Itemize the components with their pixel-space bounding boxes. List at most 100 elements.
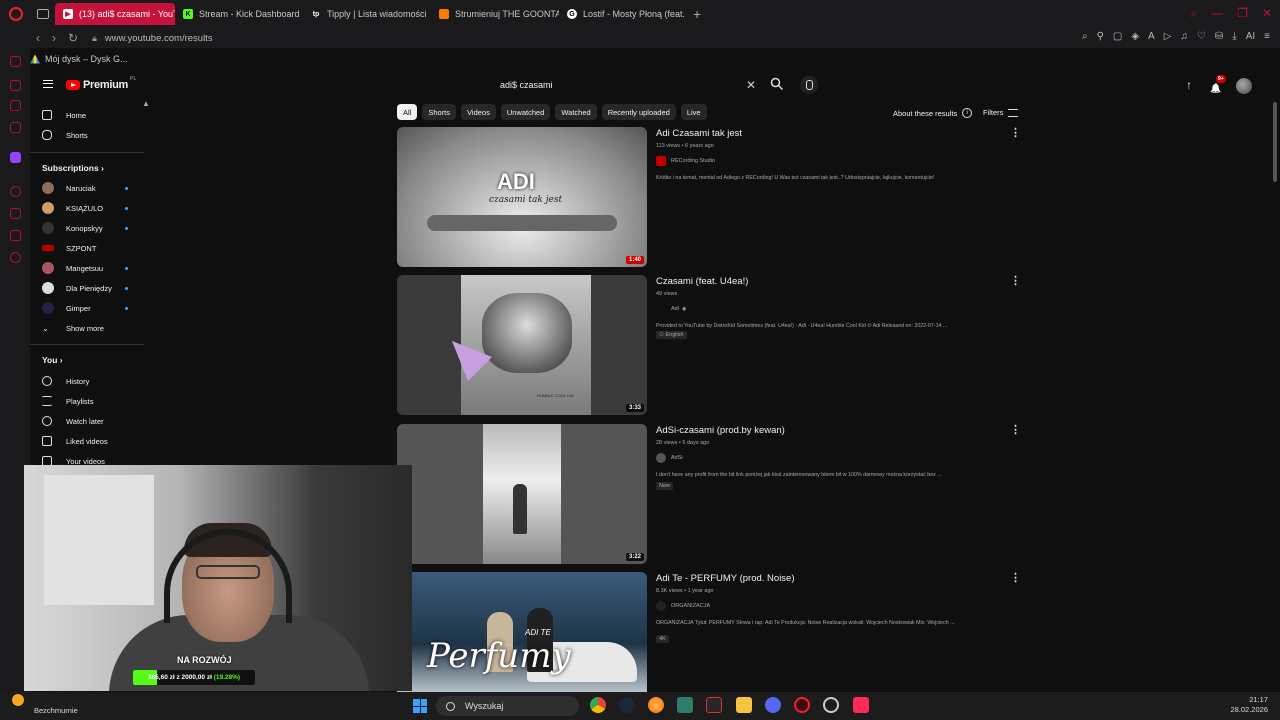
- terminal-icon[interactable]: [706, 697, 722, 713]
- video-thumbnail[interactable]: HUMBLE COOL KID 3:33: [397, 275, 647, 415]
- nav-history[interactable]: History: [42, 374, 140, 388]
- explorer-icon[interactable]: [736, 697, 752, 713]
- settings-icon[interactable]: [10, 252, 21, 263]
- sub-gimper[interactable]: Gimper: [42, 301, 140, 315]
- voice-search-icon[interactable]: [800, 76, 818, 94]
- downloads-icon[interactable]: [10, 230, 21, 241]
- nav-liked-videos[interactable]: Liked videos: [42, 434, 140, 448]
- opera-logo-icon[interactable]: [9, 7, 23, 21]
- chrome-icon[interactable]: [590, 697, 606, 713]
- url-field[interactable]: www.youtube.com/results: [105, 33, 213, 44]
- sub-naruciak[interactable]: Naruciak: [42, 181, 140, 195]
- tab-genius[interactable]: G Lostif - Mosty Płoną (feat.: [559, 3, 687, 25]
- close-icon[interactable]: ✕: [1262, 6, 1272, 21]
- video-title[interactable]: AdSi-czasami (prod.by kewan): [656, 425, 785, 436]
- new-tab-icon[interactable]: +: [693, 6, 701, 22]
- subscriptions-header[interactable]: Subscriptions ›: [42, 163, 104, 173]
- firefox-icon[interactable]: [648, 697, 664, 713]
- avatar[interactable]: [1236, 78, 1252, 94]
- translate-icon[interactable]: A: [1148, 31, 1155, 42]
- video-thumbnail[interactable]: 3:22: [397, 424, 647, 564]
- maximize-icon[interactable]: ❐: [1237, 6, 1248, 21]
- back-icon[interactable]: ‹: [36, 31, 40, 45]
- chip-all[interactable]: All: [397, 104, 418, 120]
- opera-icon[interactable]: [794, 697, 810, 713]
- reload-icon[interactable]: ↻: [68, 31, 78, 45]
- video-title[interactable]: Czasami (feat. U4ea!): [656, 276, 748, 287]
- settings-icon[interactable]: [823, 697, 839, 713]
- tab-stream[interactable]: Strumieniuj THE GOONTA: [431, 3, 559, 25]
- tab-tipply[interactable]: tp Tipply | Lista wiadomości: [303, 3, 431, 25]
- sub-dla-pieniedzy[interactable]: Dla Pieniędzy: [42, 281, 140, 295]
- sub-mangetsuu[interactable]: Mangetsuu: [42, 261, 140, 275]
- more-options-icon[interactable]: [1010, 571, 1021, 584]
- messenger-icon[interactable]: [10, 100, 21, 111]
- twitch-icon[interactable]: [10, 152, 21, 163]
- video-result[interactable]: ADI TE Perfumy Adi Te - PERFUMY (prod. N…: [397, 571, 1021, 692]
- pin-icon[interactable]: ⚲: [1097, 31, 1104, 42]
- clear-search-icon[interactable]: ✕: [746, 78, 756, 92]
- download-icon[interactable]: ⤓: [1232, 31, 1236, 42]
- video-thumbnail[interactable]: ADI czasami tak jest 1:40: [397, 127, 647, 267]
- discord-icon[interactable]: [765, 697, 781, 713]
- chip-live[interactable]: Live: [680, 104, 707, 120]
- chip-watched[interactable]: Watched: [555, 104, 597, 120]
- channel-link[interactable]: ORGANIZACJA: [656, 601, 710, 611]
- steam-icon[interactable]: [619, 697, 635, 713]
- tab-youtube[interactable]: ▶ (13) adi$ czasami - YouTu: [55, 3, 175, 25]
- nav-playlists[interactable]: Playlists: [42, 394, 140, 408]
- aria-icon[interactable]: [10, 56, 21, 67]
- taskbar-search[interactable]: Wyszukaj: [436, 696, 579, 716]
- ai-icon[interactable]: AI: [1246, 31, 1255, 42]
- tab-kick[interactable]: K Stream - Kick Dashboard: [175, 3, 303, 25]
- youtube-logo[interactable]: Premium PL: [66, 76, 136, 91]
- channel-link[interactable]: RECording Studio: [656, 156, 715, 166]
- video-title[interactable]: Adi Te - PERFUMY (prod. Noise): [656, 573, 795, 584]
- you-header[interactable]: You ›: [42, 355, 63, 365]
- tiktok-icon[interactable]: [853, 697, 869, 713]
- scroll-thumb[interactable]: [1273, 102, 1277, 182]
- zoom-icon[interactable]: ⌕: [1082, 31, 1088, 42]
- lock-icon[interactable]: 🔒︎: [92, 33, 97, 44]
- notifications-icon[interactable]: 9+: [1210, 75, 1226, 92]
- bookmark-drive[interactable]: Mój dysk – Dysk G...: [45, 54, 128, 64]
- show-more-button[interactable]: ⌄ Show more: [42, 321, 140, 335]
- menu-icon[interactable]: ≡: [1264, 31, 1270, 42]
- sub-ksiazulo[interactable]: KSIĄŻULO: [42, 201, 140, 215]
- search-icon[interactable]: [770, 77, 784, 91]
- instagram-icon[interactable]: [10, 122, 21, 133]
- about-results-button[interactable]: About these results i: [893, 108, 973, 118]
- player-icon[interactable]: ♫: [1180, 31, 1188, 42]
- page-scrollbar[interactable]: [1272, 68, 1278, 692]
- search-input[interactable]: [488, 80, 728, 90]
- bookmarks-icon[interactable]: [10, 208, 21, 219]
- channel-link[interactable]: AdSi: [656, 453, 683, 463]
- chip-shorts[interactable]: Shorts: [422, 104, 457, 120]
- send-icon[interactable]: ▷: [1164, 31, 1172, 42]
- video-title[interactable]: Adi Czasami tak jest: [656, 128, 742, 139]
- video-result[interactable]: ADI czasami tak jest 1:40 Adi Czasami ta…: [397, 126, 1021, 267]
- collapse-icon[interactable]: ▲: [142, 99, 150, 108]
- video-result[interactable]: 3:22 AdSi-czasami (prod.by kewan) 28 vie…: [397, 423, 1021, 564]
- chip-videos[interactable]: Videos: [461, 104, 496, 120]
- sub-szpont[interactable]: SZPONT: [42, 241, 140, 255]
- channel-link[interactable]: Adi ◉: [656, 304, 686, 314]
- heart-icon[interactable]: ♡: [1197, 31, 1206, 42]
- nav-watch-later[interactable]: Watch later: [42, 414, 140, 428]
- minimize-icon[interactable]: —: [1211, 6, 1223, 21]
- search-tabs-icon[interactable]: ⌕: [1190, 6, 1197, 21]
- history-icon[interactable]: [10, 186, 21, 197]
- nav-home[interactable]: Home: [42, 108, 140, 122]
- video-result[interactable]: HUMBLE COOL KID 3:33 Czasami (feat. U4ea…: [397, 274, 1021, 415]
- filters-button[interactable]: Filters: [983, 108, 1019, 117]
- hamburger-menu-icon[interactable]: [43, 80, 53, 88]
- workspaces-icon[interactable]: [10, 80, 21, 91]
- nav-shorts[interactable]: Shorts: [42, 128, 140, 142]
- video-thumbnail[interactable]: ADI TE Perfumy: [397, 572, 647, 692]
- notepad-icon[interactable]: [677, 697, 693, 713]
- create-icon[interactable]: [1186, 78, 1196, 92]
- chip-unwatched[interactable]: Unwatched: [500, 104, 551, 120]
- more-options-icon[interactable]: [1010, 126, 1021, 139]
- snapshot-icon[interactable]: ▢: [1113, 31, 1122, 42]
- forward-icon[interactable]: ›: [52, 31, 56, 45]
